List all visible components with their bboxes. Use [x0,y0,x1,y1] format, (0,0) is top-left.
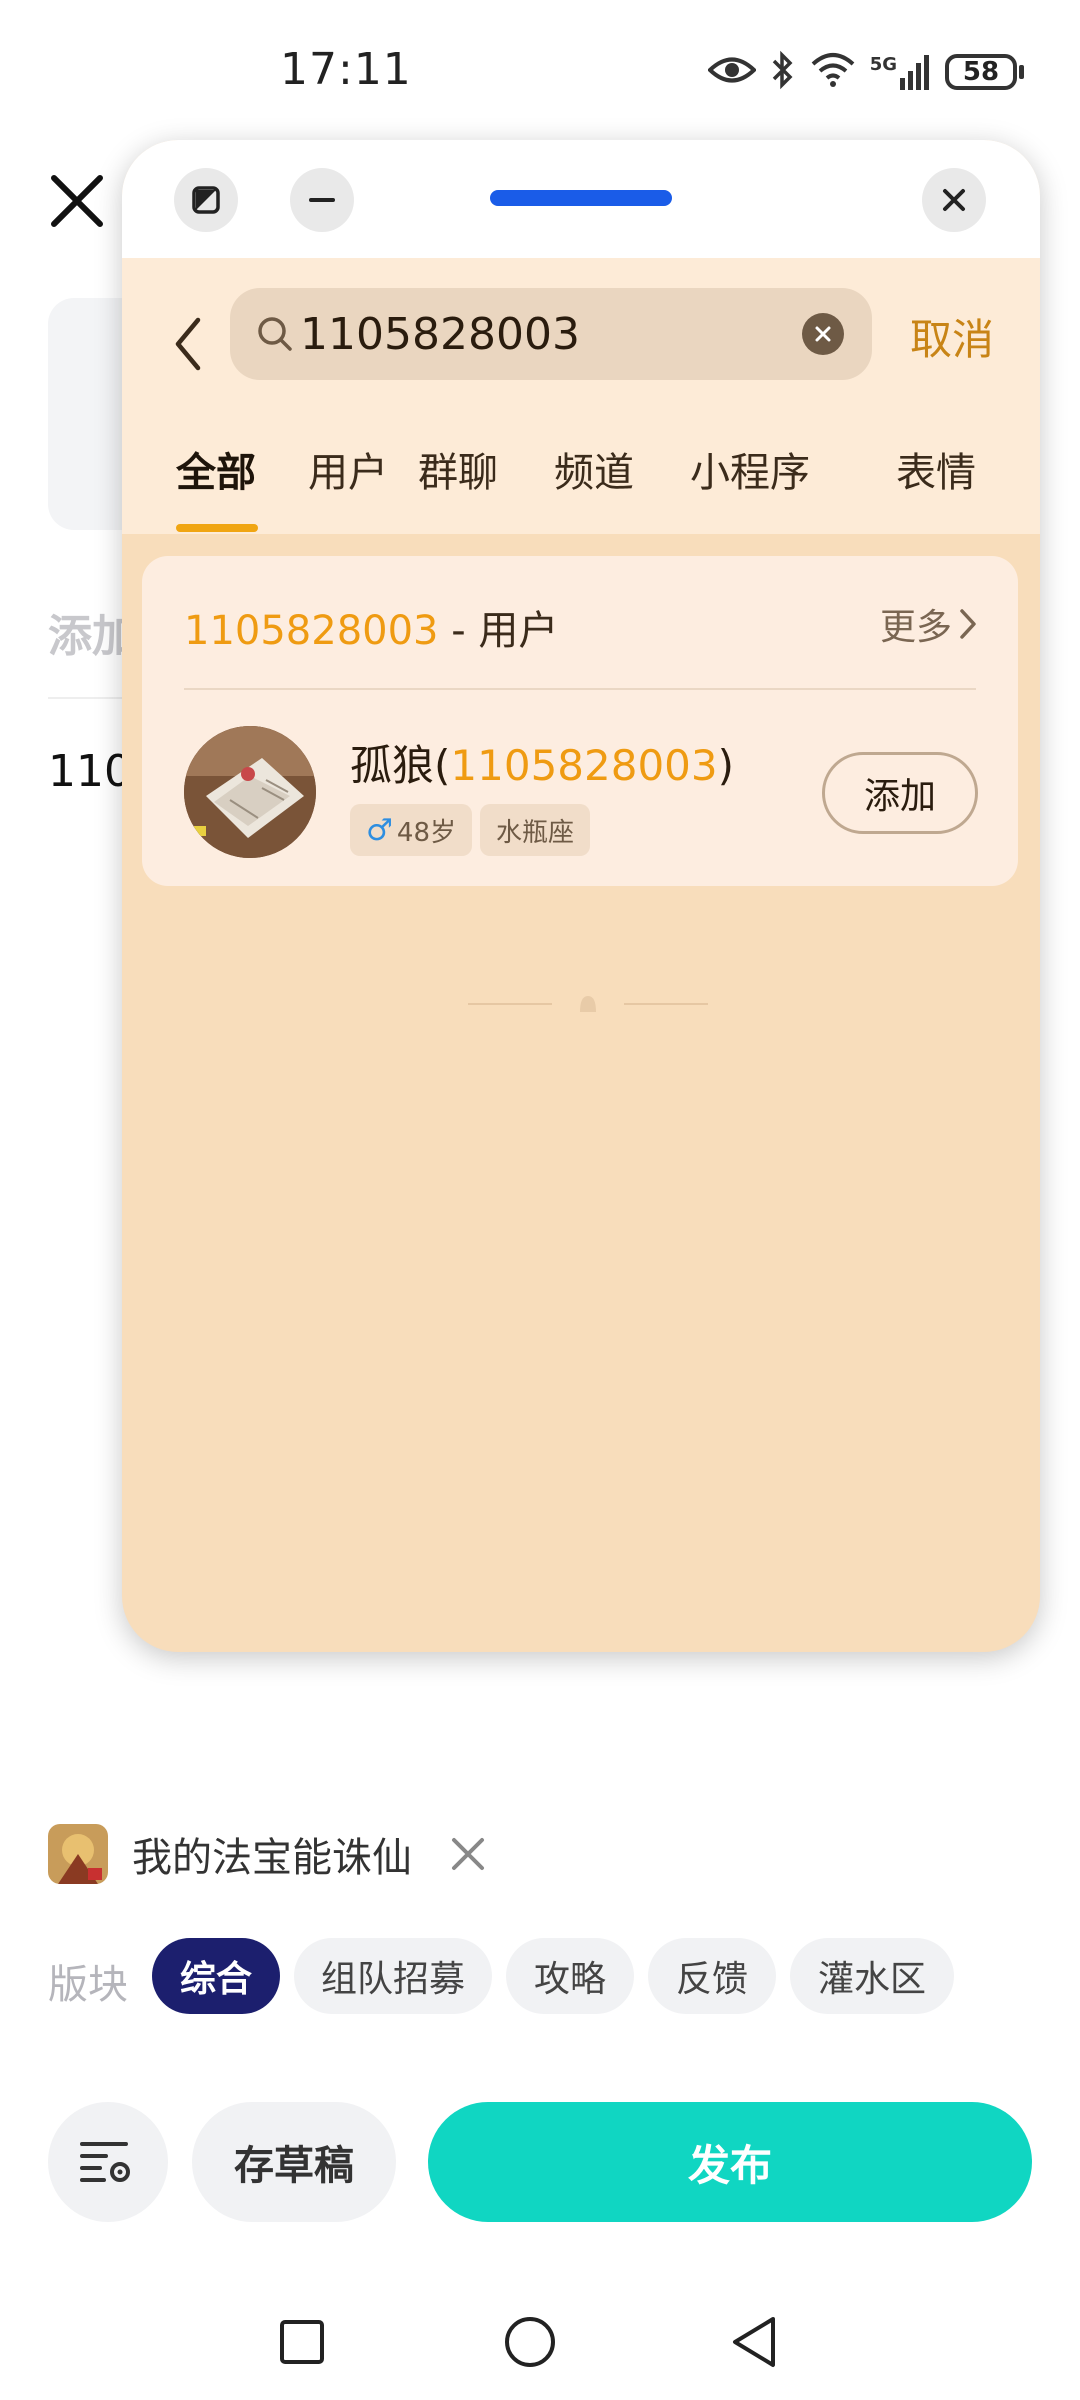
tab-all[interactable]: 全部 [176,440,256,498]
tab-channels[interactable]: 频道 [554,440,634,498]
system-nav-bar [0,2290,1080,2400]
gender-age-tag: ♂ 48岁 [350,804,472,856]
save-draft-button[interactable]: 存草稿 [192,2102,396,2222]
selected-game-row: 我的法宝能诛仙 [48,1822,488,1886]
clear-search-icon[interactable] [802,313,844,355]
recent-apps-icon[interactable] [272,2312,332,2372]
section-chip-guides[interactable]: 攻略 [506,1938,634,2014]
publish-button[interactable]: 发布 [428,2102,1032,2222]
game-name: 我的法宝能诛仙 [132,1835,412,1881]
status-bar: 17:11 5G 58 [0,0,1080,150]
search-input[interactable]: 1105828003 [230,288,872,380]
drag-handle[interactable] [490,190,672,206]
male-icon: ♂ [366,812,393,848]
cancel-button[interactable]: 取消 [910,306,994,367]
section-label: 版块 [48,1962,128,2008]
search-area: 1105828003 取消 全部 用户 群聊 频道 小程序 表情 [122,258,1040,534]
avatar[interactable] [184,726,316,858]
chevron-right-icon [958,607,978,641]
window-close-icon[interactable] [922,168,986,232]
result-divider [184,688,976,690]
status-time: 17:11 [280,44,412,95]
zodiac-tag: 水瓶座 [480,804,591,856]
section-chip-chat[interactable]: 灌水区 [790,1938,954,2014]
section-chip-team-recruit[interactable]: 组队招募 [294,1938,492,2014]
active-tab-indicator [176,524,258,532]
tab-stickers[interactable]: 表情 [896,440,976,498]
result-section-header: 1105828003 - 用户 [184,598,558,656]
list-settings-icon [80,2140,136,2184]
tab-group-chats[interactable]: 群聊 [418,440,498,498]
wifi-icon [810,52,856,92]
user-nickname: 孤狼 [350,741,435,790]
search-icon [256,315,294,353]
age-label: 48岁 [396,817,456,848]
half-screen-icon[interactable] [174,168,238,232]
tab-users[interactable]: 用户 [308,440,388,498]
back-icon[interactable] [724,2312,784,2372]
search-floating-window: 1105828003 取消 全部 用户 群聊 频道 小程序 表情 1105828… [122,140,1040,1652]
battery-tip [1019,65,1024,79]
result-tabs: 全部 用户 群聊 频道 小程序 表情 [122,418,1040,534]
result-type: - 用户 [438,608,559,654]
battery-icon: 58 [945,54,1017,90]
more-link[interactable]: 更多 [880,598,978,650]
game-icon [48,1824,108,1884]
network-type: 5G [869,54,897,75]
result-query: 1105828003 [184,608,439,654]
more-label: 更多 [879,607,952,648]
user-result-card: 1105828003 - 用户 更多 孤狼(1105828003) ♂ 48岁 … [142,556,1018,886]
status-icons: 5G 58 [706,50,1024,94]
add-friend-button[interactable]: 添加 [822,752,978,834]
back-arrow-icon[interactable] [158,308,218,380]
signal-icon: 5G [870,54,931,90]
eye-icon [706,53,757,91]
tab-mini-programs[interactable]: 小程序 [690,440,810,498]
remove-game-icon[interactable] [448,1834,488,1874]
user-name[interactable]: 孤狼(1105828003) [350,732,734,793]
bluetooth-icon [770,50,796,94]
search-value: 1105828003 [300,308,580,360]
section-chip-general[interactable]: 综合 [152,1938,280,2014]
minimize-icon[interactable] [290,168,354,232]
window-header [122,140,1040,258]
section-chip-feedback[interactable]: 反馈 [648,1938,776,2014]
end-of-results-divider [468,992,708,1016]
background-number: 110 [48,746,132,797]
post-settings-button[interactable] [48,2102,168,2222]
user-id: 1105828003 [450,741,718,790]
close-icon[interactable] [48,172,106,230]
home-icon[interactable] [500,2312,560,2372]
